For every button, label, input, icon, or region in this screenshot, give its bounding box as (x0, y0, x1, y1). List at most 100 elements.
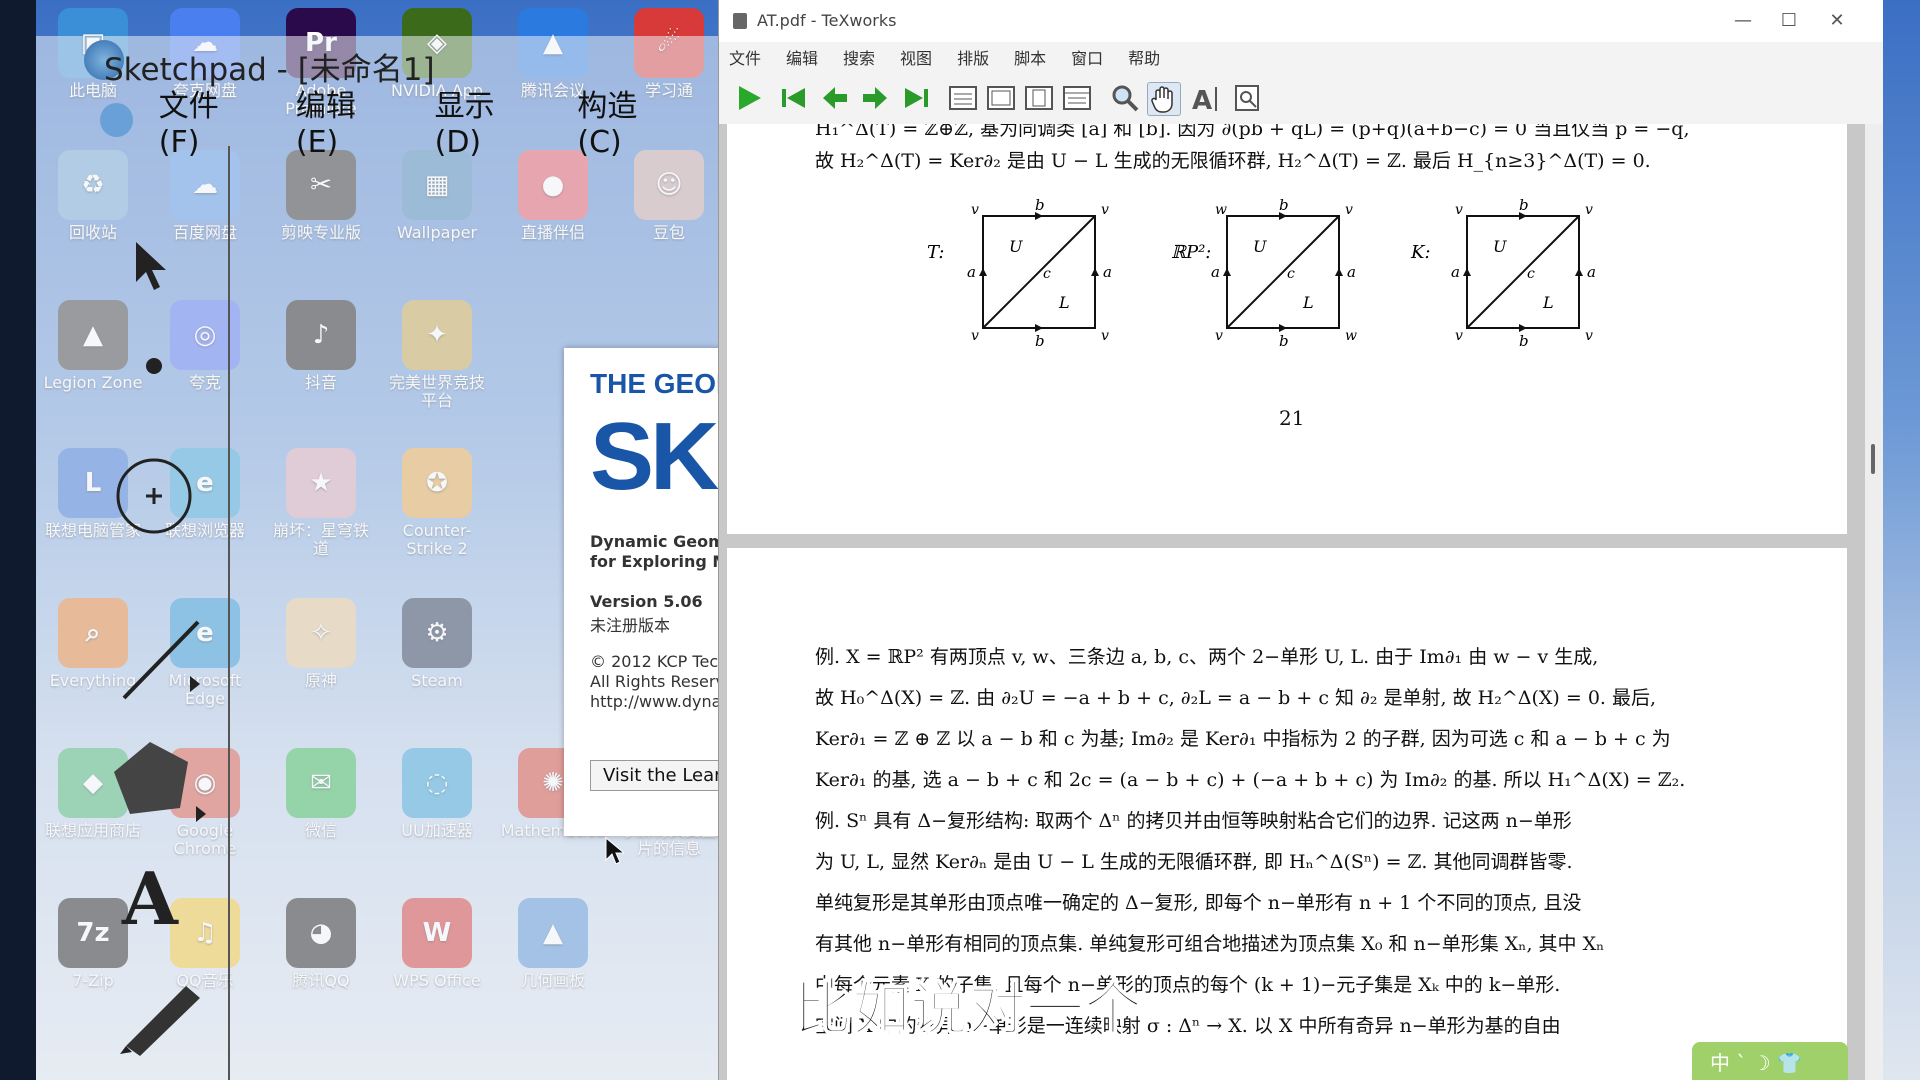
sketchpad-menu-construct[interactable]: 构造(C) (577, 81, 678, 160)
diagram-diagonal (982, 215, 1096, 329)
face-label: U (1253, 237, 1267, 256)
edge-label: b (1519, 198, 1529, 214)
arrowhead (1519, 324, 1527, 332)
source-view-icon[interactable] (1231, 82, 1263, 114)
vertex-label: w (1215, 202, 1227, 218)
page2-line: 有其他 n−单形有相同的顶点集. 单纯复形可组合地描述为顶点集 X₀ 和 n−单… (815, 933, 1605, 955)
face-label: U (1009, 237, 1023, 256)
edge-label: c (1043, 266, 1051, 282)
pdf-viewer[interactable]: H₁^Δ(T) = ℤ⊕ℤ, 基为同调类 [a] 和 [b]. 因为 ∂(pb … (719, 124, 1865, 1080)
arrowhead (1575, 268, 1583, 276)
arrowhead (1335, 268, 1343, 276)
actual-size-icon[interactable] (947, 82, 979, 114)
vertex-label: v (1585, 328, 1593, 344)
edge-label: a (1211, 263, 1220, 281)
texworks-menubar: 文件 编辑 搜索 视图 排版 脚本 窗口 帮助 (719, 42, 1883, 72)
pdf-page-21: H₁^Δ(T) = ℤ⊕ℤ, 基为同调类 [a] 和 [b]. 因为 ∂(pb … (727, 124, 1847, 534)
arrowhead (1279, 324, 1287, 332)
vertex-label: v (1345, 202, 1353, 218)
edge-label: b (1035, 198, 1045, 214)
menu-typeset[interactable]: 排版 (957, 45, 989, 69)
arrow-select-tool-icon[interactable] (132, 238, 172, 298)
arrowhead (1091, 268, 1099, 276)
texworks-toolbar: A (719, 72, 1883, 125)
point-tool-icon[interactable] (144, 356, 164, 376)
mouse-cursor-icon (605, 836, 624, 865)
polygon-tool-icon[interactable] (104, 736, 214, 826)
previous-page-icon[interactable] (819, 82, 851, 114)
page2-line: 故 H₀^Δ(X) = ℤ. 由 ∂₂U = −a + b + c, ∂₂L =… (815, 687, 1657, 709)
typeset-play-icon[interactable] (733, 82, 765, 114)
sketchpad-doc-icon[interactable] (100, 103, 133, 137)
page2-line: 为 U, L, 显然 Ker∂ₙ 是由 U − L 生成的无限循环群, 即 Hₙ… (815, 851, 1573, 873)
edge-label: a (967, 263, 976, 281)
texworks-window: AT.pdf - TeXworks — ☐ ✕ 文件 编辑 搜索 视图 排版 脚… (718, 0, 1883, 1080)
magnify-icon[interactable] (1109, 82, 1141, 114)
text-tool-icon[interactable]: A (122, 856, 178, 941)
sketchpad-menubar: 文件(F) 编辑(E) 显示(D) 构造(C) (36, 89, 718, 160)
diagram-name: K: (1410, 242, 1431, 263)
ime-status-bar[interactable]: 中 ˋ ☽ 👕 (1692, 1042, 1848, 1080)
page2-line: 例. Sⁿ 具有 Δ−复形结构: 取两个 Δⁿ 的拷贝并由恒等映射粘合它们的边界… (815, 810, 1572, 832)
page2-line: Ker∂₁ = ℤ ⊕ ℤ 以 a − b 和 c 为基; Im∂₂ 是 Ker… (815, 728, 1671, 750)
page1-line-0: H₁^Δ(T) = ℤ⊕ℤ, 基为同调类 [a] 和 [b]. 因为 ∂(pb … (815, 124, 1690, 140)
menu-scripts[interactable]: 脚本 (1014, 45, 1046, 69)
delta-complex-diagrams: T: v v v v b b a a c U L ℝP²: w v v w b b a a c U L K: v v v v b b a a c U… (927, 198, 1596, 350)
svg-text:A: A (1192, 86, 1212, 113)
arrowhead (979, 268, 987, 276)
arrowhead (1463, 268, 1471, 276)
next-page-icon[interactable] (859, 82, 891, 114)
menu-window[interactable]: 窗口 (1071, 45, 1103, 69)
face-label: L (1302, 293, 1314, 312)
maximize-button[interactable]: ☐ (1769, 6, 1809, 36)
arrowhead (1223, 268, 1231, 276)
vertical-scrollbar[interactable] (1865, 124, 1883, 1080)
diagram-diagonal (1466, 215, 1580, 329)
face-label: U (1493, 237, 1507, 256)
edge-label: b (1519, 332, 1529, 350)
diagram-name: ℝP²: (1171, 242, 1211, 263)
sketchpad-menu-edit[interactable]: 编辑(E) (296, 81, 395, 160)
pdf-file-icon (733, 13, 747, 29)
fit-page-icon[interactable] (1023, 82, 1055, 114)
minimize-button[interactable]: — (1723, 6, 1763, 36)
select-text-icon[interactable]: A (1189, 82, 1221, 114)
menu-file[interactable]: 文件 (729, 45, 761, 69)
compass-tool-icon[interactable] (114, 456, 194, 536)
first-page-icon[interactable] (777, 82, 809, 114)
edge-label: b (1035, 332, 1045, 350)
last-page-icon[interactable] (901, 82, 933, 114)
edge-label: a (1103, 263, 1112, 281)
sketchpad-menu-display[interactable]: 显示(D) (435, 81, 538, 160)
vertex-label: v (1101, 202, 1109, 218)
page-number: 21 (1279, 406, 1305, 430)
fit-width-icon[interactable] (985, 82, 1017, 114)
menu-view[interactable]: 视图 (900, 45, 932, 69)
menu-edit[interactable]: 编辑 (786, 45, 818, 69)
scrollbar-thumb[interactable] (1871, 444, 1875, 474)
marker-tool-icon[interactable] (116, 976, 216, 1056)
vertex-label: v (1585, 202, 1593, 218)
menu-help[interactable]: 帮助 (1128, 45, 1160, 69)
texworks-titlebar: AT.pdf - TeXworks — ☐ ✕ (719, 0, 1883, 42)
hand-scroll-icon[interactable] (1147, 82, 1181, 116)
vertex-label: v (971, 328, 979, 344)
close-button[interactable]: ✕ (1817, 6, 1857, 36)
vertex-label: v (1215, 328, 1223, 344)
face-label: L (1542, 293, 1554, 312)
video-subtitle: 比如说对一个 (793, 974, 1143, 1044)
splash-version: Version 5.06 (590, 592, 703, 611)
sketchpad-toolbox: A (36, 146, 230, 1080)
vertex-label: v (971, 202, 979, 218)
edge-label: b (1279, 198, 1289, 214)
vertex-label: v (1455, 202, 1463, 218)
page1-line-1: 故 H₂^Δ(T) = Ker∂₂ 是由 U − L 生成的无限循环群, H₂^… (815, 150, 1651, 172)
edge-label: b (1279, 332, 1289, 350)
desktop-edge (0, 0, 36, 1080)
diagram-name: T: (927, 242, 944, 263)
fit-window-icon[interactable] (1061, 82, 1093, 114)
straightedge-tool-icon[interactable] (116, 616, 216, 706)
vertex-label: w (1345, 328, 1357, 344)
splash-unregistered: 未注册版本 (590, 616, 671, 635)
menu-search[interactable]: 搜索 (843, 45, 875, 69)
